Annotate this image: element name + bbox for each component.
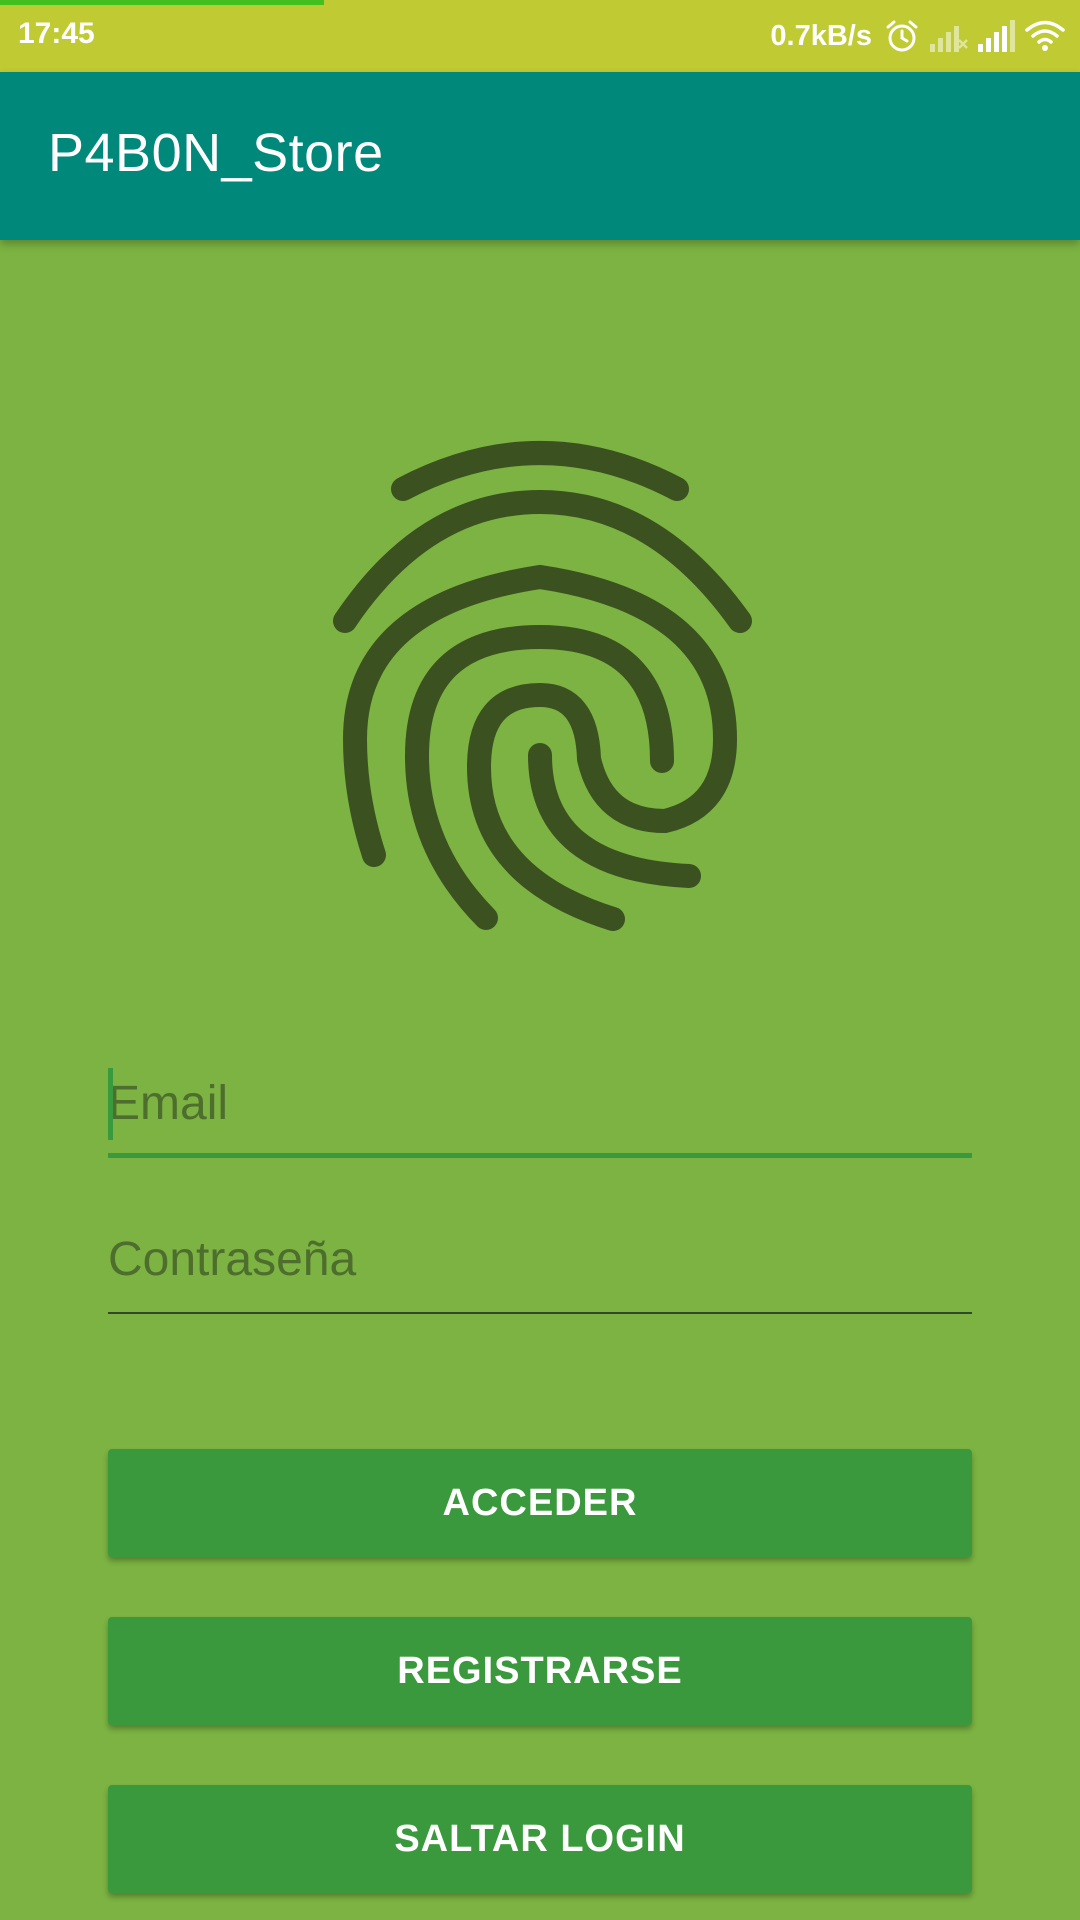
text-cursor [108, 1068, 113, 1140]
login-screen: 17:45 0.7kB/s P4B0N_Store Email ACCEDER … [0, 0, 1080, 1920]
email-input[interactable] [108, 1068, 972, 1138]
status-bar: 17:45 0.7kB/s [0, 0, 1080, 72]
app-title: P4B0N_Store [48, 123, 384, 183]
email-underline [108, 1153, 972, 1158]
alarm-icon [884, 18, 920, 54]
network-speed: 0.7kB/s [770, 19, 872, 52]
login-button[interactable]: ACCEDER [108, 1449, 972, 1557]
register-button[interactable]: REGISTRARSE [108, 1617, 972, 1725]
status-time: 17:45 [18, 17, 95, 50]
signal-none-icon [928, 20, 968, 52]
password-underline [108, 1312, 972, 1314]
status-icons: 0.7kB/s [770, 14, 1066, 58]
app-bar: P4B0N_Store [0, 72, 1080, 240]
skip-login-button[interactable]: SALTAR LOGIN [108, 1785, 972, 1893]
password-input[interactable] [108, 1224, 972, 1294]
wifi-icon [1024, 19, 1066, 53]
password-field[interactable] [108, 1224, 972, 1314]
email-field[interactable] [108, 1068, 972, 1158]
signal-icon [976, 20, 1016, 52]
page-load-progress [0, 0, 324, 5]
fingerprint-icon[interactable] [325, 437, 755, 937]
